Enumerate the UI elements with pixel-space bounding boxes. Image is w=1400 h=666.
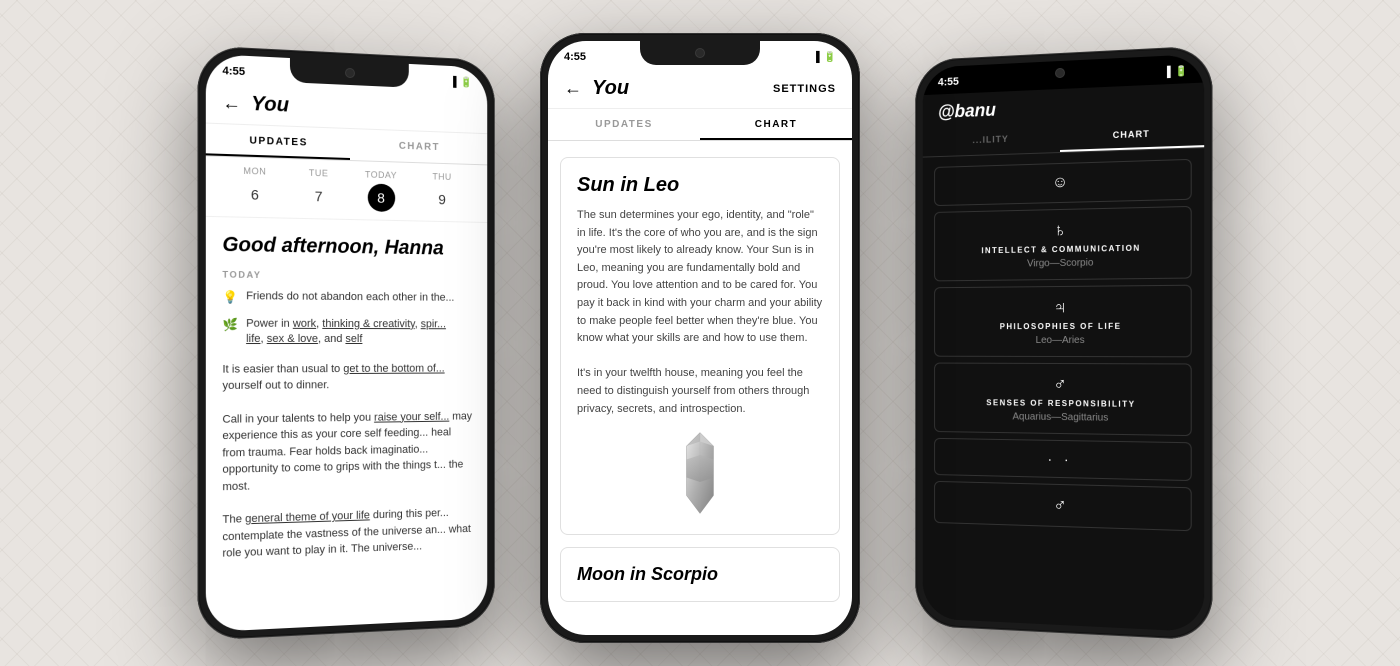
tab-chart-right[interactable]: CHART [1060,116,1204,152]
chart-row-5: ♂ [934,481,1192,531]
back-arrow-center[interactable]: ← [564,78,582,99]
center-app-content: 4:55 ▐ 🔋 ← You SETTINGS UPDATES [548,41,852,635]
cal-day-tue[interactable]: TUE 7 [287,167,350,211]
tab-compatibility-right[interactable]: ...ILITY [923,122,1060,157]
cal-day-mon[interactable]: MON 6 [222,165,286,209]
sun-card-body: The sun determines your ego, identity, a… [577,207,823,418]
left-app-content: 4:55 ▐ 🔋 ← You UPDATES [206,54,487,632]
status-icons-left: ▐ 🔋 [450,76,472,88]
phones-container: 4:55 ▐ 🔋 ← You UPDATES [150,23,1250,643]
chart-category-3: SENSES OF RESPONSIBILITY [986,398,1135,409]
chart-symbol-2: ♃ [1053,297,1066,318]
body-text-3: The general theme of your life during th… [206,496,487,571]
center-header: ← You SETTINGS [548,69,852,109]
chart-row-1: ♄ INTELLECT & COMMUNICATION Virgo—Scorpi… [934,206,1192,281]
body-text-2: Call in your talents to help you raise y… [206,400,487,504]
tab-chart-center[interactable]: CHART [700,109,852,140]
chart-row-2: ♃ PHILOSOPHIES OF LIFE Leo—Aries [934,285,1192,358]
update-text-1: Friends do not abandon each other in the… [246,289,454,307]
chart-symbol-3: ♂ [1053,374,1066,395]
chart-row-3: ♂ SENSES OF RESPONSIBILITY Aquarius—Sagi… [934,363,1192,437]
status-time-left: 4:55 [222,65,245,78]
chart-row-0: ☺ [934,159,1192,206]
sun-in-leo-card: Sun in Leo The sun determines your ego, … [560,157,840,535]
phone-right: 4:55 ▐ 🔋 @banu ...ILITY CHART [915,45,1212,641]
greeting: Good afternoon, Hanna [206,217,487,269]
update-item-2: 🌿 Power in work, thinking & creativity, … [206,311,487,353]
status-time-right: 4:55 [938,76,959,89]
right-app-content: 4:55 ▐ 🔋 @banu ...ILITY CHART [923,54,1204,632]
settings-button[interactable]: SETTINGS [773,83,836,95]
crystal-illustration [665,428,735,518]
signal-icon-right: ▐ [1163,66,1170,78]
chart-symbol-0: ☺ [1052,174,1068,192]
camera-center [695,48,705,58]
update-emoji-1: 💡 [222,289,237,306]
chart-signs-3: Aquarius—Sagittarius [1013,411,1109,423]
tab-updates-center[interactable]: UPDATES [548,109,700,140]
status-icons-center: ▐ 🔋 [812,52,836,63]
center-app-title: You [592,77,629,100]
battery-icon-left: 🔋 [460,77,472,88]
chart-signs-2: Leo—Aries [1036,335,1085,346]
calendar-strip: MON 6 TUE 7 TODAY 8 THU 9 [206,156,487,223]
body-text-1: It is easier than usual to get to the bo… [206,352,487,403]
chart-symbol-4: · · [1048,451,1073,468]
chart-symbol-1: ♄ [1053,220,1066,241]
phone-notch-center [640,41,760,65]
tab-updates-left[interactable]: UPDATES [206,124,350,160]
status-time-center: 4:55 [564,51,586,63]
update-item-1: 💡 Friends do not abandon each other in t… [206,284,487,313]
cal-day-today[interactable]: TODAY 8 [350,169,412,212]
chart-category-2: PHILOSOPHIES OF LIFE [1000,322,1122,331]
chart-signs-1: Virgo—Scorpio [1027,258,1093,270]
camera-right [1055,68,1065,78]
status-icons-right: ▐ 🔋 [1163,65,1187,77]
chart-symbol-5: ♂ [1053,495,1066,516]
cal-day-thu[interactable]: THU 9 [412,171,472,214]
update-text-2: Power in work, thinking & creativity, sp… [246,316,446,347]
phone-center: 4:55 ▐ 🔋 ← You SETTINGS UPDATES [540,33,860,643]
moon-card-title: Moon in Scorpio [577,564,823,585]
moon-in-scorpio-card: Moon in Scorpio [560,547,840,602]
chart-category-1: INTELLECT & COMMUNICATION [981,244,1140,256]
battery-icon-center: 🔋 [824,52,836,63]
signal-icon-left: ▐ [450,76,457,87]
tab-chart-left[interactable]: CHART [350,129,487,164]
left-app-title: You [251,93,289,118]
center-tabs: UPDATES CHART [548,109,852,141]
chart-row-4: · · [934,438,1192,481]
signal-icon-center: ▐ [812,52,819,63]
back-arrow-left[interactable]: ← [222,93,241,115]
sun-card-title: Sun in Leo [577,174,823,197]
phone-left: 4:55 ▐ 🔋 ← You UPDATES [197,45,494,641]
camera-left [345,68,355,78]
battery-icon-right: 🔋 [1175,65,1188,77]
update-emoji-2: 🌿 [222,316,237,347]
